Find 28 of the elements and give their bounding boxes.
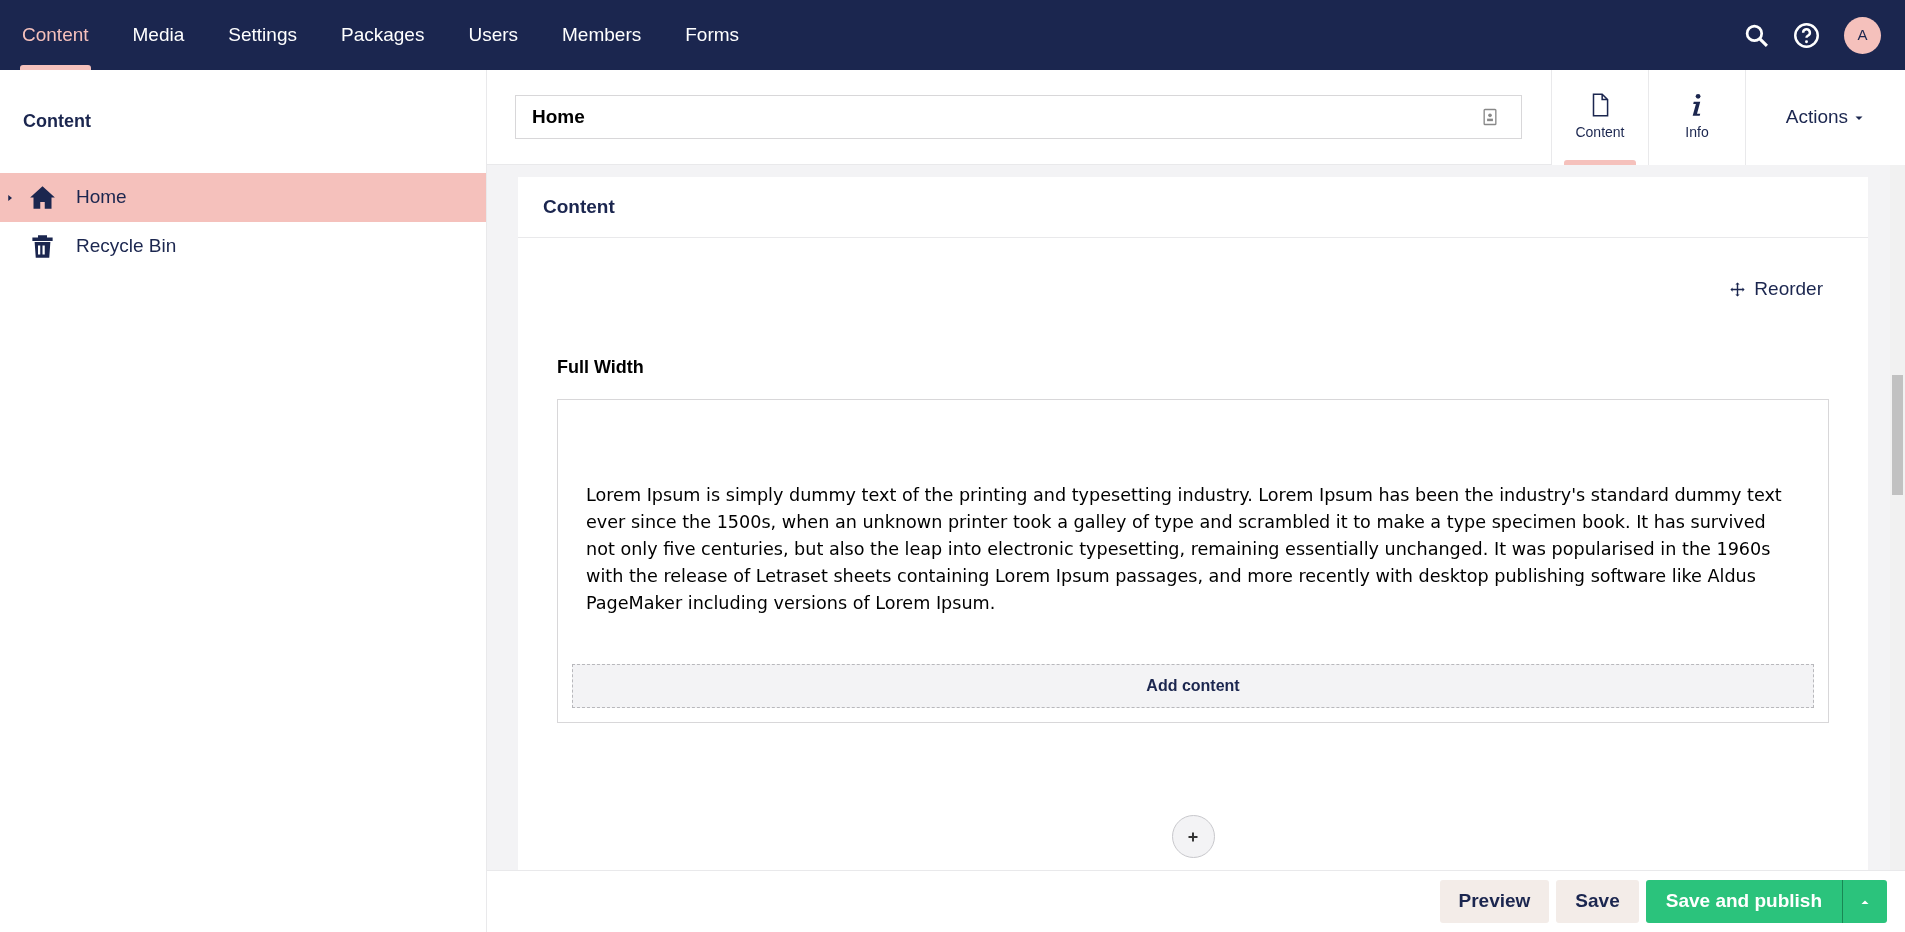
panel-title: Content: [518, 177, 1868, 238]
app-tab[interactable]: Content: [1551, 69, 1648, 165]
section-title: Full Width: [557, 355, 645, 379]
name-field[interactable]: Home: [515, 95, 1522, 139]
help-icon[interactable]: [1793, 21, 1820, 49]
body-text: Lorem Ipsum is simply dummy text of the printing and typesetting industry. Lorem Ipsum has been the industry's standard dummy text ever since the 1500s, when an unknown printer took a galley of type and scrambled it to make a type specimen book. It has survived not only five centuries, but also the leap into electronic typesetting, remaining essentially unchanged. It was popularised in the 1960s with the release of Letraset sheets containing Lorem Ipsum passages, and more recently with desktop publishing software like Aldus PageMaker including versions of Lorem Ipsum.: [585, 483, 1783, 615]
trash-icon: [29, 233, 56, 260]
app-tab[interactable]: Info: [1648, 69, 1745, 165]
scrollbar[interactable]: [1890, 165, 1905, 870]
footer-button[interactable]: Preview: [1439, 880, 1550, 923]
section-tab[interactable]: Media: [110, 0, 207, 70]
section-tab[interactable]: Settings: [206, 0, 319, 70]
tree-item[interactable]: Home: [0, 173, 486, 222]
tree-item[interactable]: Recycle Bin: [0, 222, 486, 271]
search-icon[interactable]: [1744, 22, 1769, 48]
move-icon: [1729, 280, 1747, 298]
section-tab[interactable]: Members: [540, 0, 664, 70]
section-tab[interactable]: Users: [446, 0, 541, 70]
section-tab[interactable]: Content: [0, 0, 111, 70]
footer-button[interactable]: Save: [1556, 880, 1639, 923]
sidebar-title: Content: [22, 110, 92, 133]
actions-dropdown[interactable]: Actions: [1745, 69, 1905, 165]
user-avatar[interactable]: A: [1844, 16, 1881, 54]
add-content-button[interactable]: Add content: [572, 663, 1814, 708]
section-tab[interactable]: Forms: [663, 0, 762, 70]
reorder-button[interactable]: Reorder: [1723, 274, 1829, 305]
home-icon: [29, 184, 56, 211]
section-tab[interactable]: Packages: [318, 0, 447, 70]
